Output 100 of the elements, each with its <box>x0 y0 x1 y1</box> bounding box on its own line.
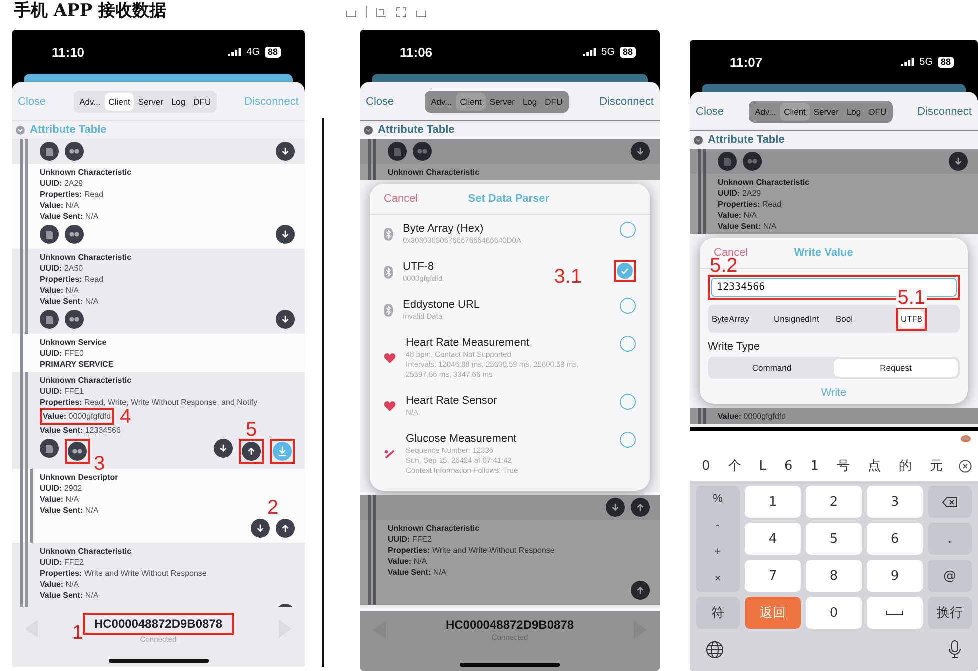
disconnect-button[interactable]: Disconnect <box>918 106 972 118</box>
function-key[interactable]: 换行 <box>928 597 972 629</box>
candidate-word[interactable]: 元 <box>928 457 945 475</box>
signal-icon <box>228 48 242 56</box>
tab[interactable]: Server <box>486 93 519 111</box>
quote-icon <box>69 148 80 155</box>
candidate-word[interactable]: 点 <box>866 457 883 475</box>
tab[interactable]: Client <box>780 103 810 121</box>
radio-button[interactable] <box>620 298 636 314</box>
format-option[interactable]: Bool <box>834 310 856 328</box>
frame-icon[interactable] <box>376 6 387 18</box>
collapse-icon[interactable] <box>694 136 703 144</box>
close-button[interactable]: Close <box>696 106 724 118</box>
down-arrow-button[interactable] <box>251 519 270 538</box>
sheet-title: Write Value <box>794 247 854 259</box>
document-button[interactable] <box>40 225 59 244</box>
attribute-line: Value: N/A <box>388 556 428 567</box>
write-type-option[interactable]: Command <box>710 359 834 377</box>
quote-button[interactable] <box>65 310 84 329</box>
microphone-icon[interactable] <box>948 640 962 659</box>
symbol-key[interactable]: % <box>696 486 740 512</box>
candidate-word[interactable]: 个 <box>726 457 744 475</box>
tab[interactable]: Log <box>518 93 542 111</box>
document-button[interactable] <box>40 439 59 458</box>
tab[interactable]: DFU <box>865 103 891 121</box>
tab[interactable]: Server <box>134 93 168 111</box>
down-arrow-button[interactable] <box>606 498 625 517</box>
symbol-key[interactable]: + <box>696 539 740 566</box>
quote-button[interactable] <box>65 225 84 244</box>
tab[interactable]: Log <box>167 93 190 111</box>
down-arrow-button[interactable] <box>214 439 233 458</box>
down-arrow-button[interactable] <box>276 225 295 244</box>
radio-button[interactable] <box>620 336 636 352</box>
symbol-key[interactable]: @ <box>928 560 972 592</box>
tab[interactable]: Client <box>104 93 134 111</box>
symbol-key[interactable]: - <box>696 512 740 539</box>
radio-button[interactable] <box>620 222 636 238</box>
up-arrow-button[interactable] <box>276 519 295 538</box>
down-arrow-button[interactable] <box>631 142 650 161</box>
tab[interactable]: Client <box>456 93 486 111</box>
up-arrow-button[interactable] <box>631 581 650 600</box>
tab[interactable]: DFU <box>541 93 567 111</box>
document-button[interactable] <box>40 310 59 329</box>
digit-key[interactable]: 0 <box>806 597 862 629</box>
digit-key[interactable]: 5 <box>806 523 862 555</box>
digit-key[interactable]: 9 <box>867 560 923 592</box>
network-type: 5G <box>602 46 615 58</box>
candidate-word[interactable]: 6 <box>782 458 795 474</box>
attribute-line: Properties: Read <box>40 274 104 285</box>
symbol-key[interactable]: × <box>696 566 740 592</box>
format-option[interactable]: ByteArray <box>710 310 752 328</box>
digit-key[interactable]: 6 <box>867 523 923 555</box>
arrow-down-icon <box>953 156 964 167</box>
radio-button[interactable] <box>620 394 636 410</box>
collapse-icon[interactable] <box>364 126 373 134</box>
tab[interactable]: DFU <box>190 93 216 111</box>
crop-icon[interactable] <box>396 6 407 18</box>
down-arrow-button[interactable] <box>949 152 968 171</box>
digit-key[interactable]: 7 <box>745 560 801 592</box>
candidate-word[interactable]: 的 <box>896 457 914 475</box>
candidate-word[interactable]: 号 <box>835 457 852 475</box>
format-option[interactable]: UnsignedInt <box>772 310 822 328</box>
quote-icon <box>69 316 80 323</box>
radio-button[interactable] <box>620 432 636 448</box>
write-type-option[interactable]: Request <box>834 359 958 377</box>
digit-key[interactable]: 8 <box>806 560 862 592</box>
down-arrow-button[interactable] <box>276 142 295 161</box>
document-button[interactable] <box>718 152 737 171</box>
close-button[interactable]: Close <box>366 96 394 108</box>
tab[interactable]: Server <box>810 103 843 121</box>
document-button[interactable] <box>388 142 407 161</box>
parser-name: Eddystone URL <box>403 298 482 312</box>
delete-key[interactable] <box>928 486 972 518</box>
attribute-line: UUID: FFE1 <box>40 386 84 397</box>
digit-key[interactable]: 1 <box>745 486 801 518</box>
quote-button[interactable] <box>65 142 84 161</box>
digit-key[interactable]: 2 <box>806 486 862 518</box>
candidate-word[interactable]: 1 <box>808 458 822 474</box>
candidate-word[interactable]: L <box>757 458 768 474</box>
symbol-key[interactable]: . <box>928 523 972 555</box>
quote-button[interactable] <box>413 142 432 161</box>
quote-button[interactable] <box>743 152 762 171</box>
document-button[interactable] <box>40 142 59 161</box>
close-icon[interactable] <box>958 460 972 472</box>
collapse-icon[interactable] <box>16 126 25 134</box>
down-arrow-button[interactable] <box>276 310 295 329</box>
tab[interactable]: Adv... <box>751 103 780 121</box>
sheet-title: Set Data Parser <box>468 193 550 205</box>
globe-icon[interactable] <box>706 640 724 658</box>
digit-key[interactable]: 4 <box>745 523 801 555</box>
digit-key[interactable]: 3 <box>867 486 923 518</box>
up-arrow-button[interactable] <box>631 498 650 517</box>
format-option[interactable]: UTF8 <box>899 310 924 328</box>
tab[interactable]: Adv... <box>76 93 105 111</box>
disconnect-button[interactable]: Disconnect <box>600 96 654 108</box>
candidate-word[interactable]: 0 <box>700 458 712 474</box>
tab[interactable]: Adv... <box>427 93 456 111</box>
glucose-icon <box>384 448 396 460</box>
function-key[interactable]: 符 <box>696 597 740 629</box>
tab[interactable]: Log <box>842 103 866 121</box>
